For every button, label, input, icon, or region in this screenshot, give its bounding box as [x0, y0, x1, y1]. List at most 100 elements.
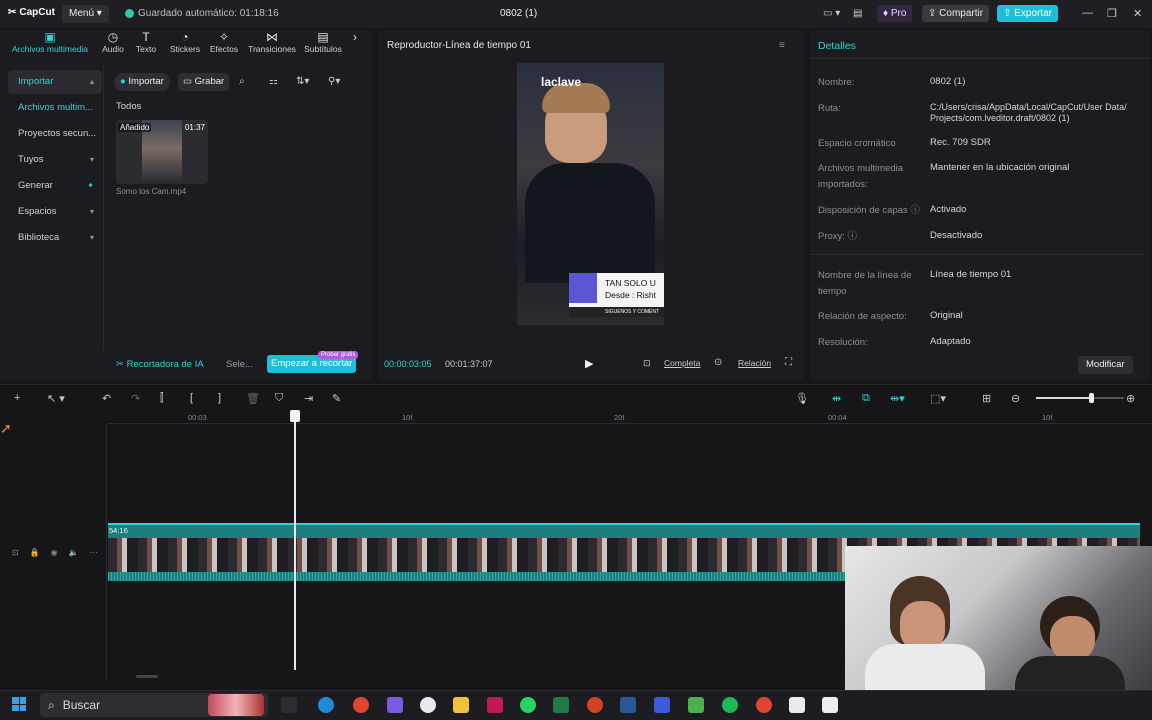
pro-button[interactable]: ♦ Pro	[877, 5, 913, 22]
filter-all-label[interactable]: Todos	[116, 101, 141, 112]
sidebar-item-subprojects[interactable]: Proyectos secun...	[8, 122, 102, 146]
redo-icon[interactable]: ↷	[131, 392, 140, 405]
app-blue-icon[interactable]	[654, 697, 670, 713]
chrome-profile-icon[interactable]	[756, 697, 772, 713]
try-free-badge: Probar gratis	[318, 351, 359, 359]
powerpoint-icon[interactable]	[587, 697, 603, 713]
import-button[interactable]: ● Importar	[114, 73, 170, 91]
timeline-ruler[interactable]	[108, 410, 1152, 424]
playhead-handle[interactable]	[290, 410, 300, 422]
minecraft-icon[interactable]	[688, 697, 704, 713]
word-icon[interactable]	[620, 697, 636, 713]
eye-icon[interactable]: ◉	[51, 548, 58, 557]
split-icon[interactable]: ⫿	[160, 392, 164, 405]
ruler-tick-label: 20f	[614, 413, 625, 422]
clip-duration-label: 54:16	[109, 526, 128, 535]
trim-left-icon[interactable]: [	[190, 392, 193, 404]
taskbar-search[interactable]: ⌕ Buscar	[40, 693, 268, 717]
share-icon: ⇪	[928, 8, 937, 19]
whatsapp-icon[interactable]	[520, 697, 536, 713]
maximize-icon[interactable]: ❐	[1107, 7, 1117, 20]
more-icon[interactable]: ⋯	[90, 548, 98, 557]
full-quality-button[interactable]: Completa	[664, 358, 700, 368]
tab-audio[interactable]: ◷ Audio	[100, 30, 126, 66]
add-track-icon[interactable]: +	[14, 392, 20, 404]
tab-stickers[interactable]: ◔ Stickers	[166, 30, 204, 66]
timeline-scrollbar[interactable]	[136, 675, 158, 678]
tab-effects[interactable]: ✧ Efectos	[204, 30, 244, 66]
microphone-icon[interactable]: 🎙	[795, 392, 809, 405]
sidebar-item-import[interactable]: Importar ▴	[8, 70, 102, 94]
filter-icon[interactable]: ⚲▾	[328, 76, 340, 87]
sidebar-item-library[interactable]: Biblioteca ▾	[8, 226, 102, 250]
undo-icon[interactable]: ↶	[102, 392, 111, 405]
menu-button[interactable]: Menú ▾	[62, 5, 109, 23]
magic-edit-icon[interactable]: ✎	[332, 392, 341, 405]
tab-media-label: Archivos multimedia	[11, 44, 89, 54]
file-explorer-icon[interactable]	[453, 697, 469, 713]
playhead[interactable]	[294, 412, 296, 670]
fullscreen-icon[interactable]: ⛶	[785, 357, 792, 368]
sidebar-item-media[interactable]: Archivos multim...	[8, 96, 102, 120]
subtitles-icon: ▤	[317, 30, 329, 44]
view-toggle-icon[interactable]: ⚏	[269, 76, 278, 87]
minimize-icon[interactable]: —	[1082, 7, 1093, 19]
media-clip-thumbnail[interactable]: Añadido 01:37	[116, 120, 208, 184]
detail-value: Activado	[930, 204, 967, 215]
chrome-icon[interactable]	[353, 697, 369, 713]
zoom-in-icon[interactable]: ⊕	[1126, 392, 1135, 405]
edge-icon[interactable]	[318, 697, 334, 713]
video-preview[interactable]: laclave TAN SOLO U Desde : Risht SIGUENO…	[517, 63, 664, 325]
play-icon[interactable]: ▶	[585, 357, 593, 370]
snap-icon[interactable]: ⇹▾	[890, 392, 905, 405]
player-menu-icon[interactable]: ≡	[779, 40, 785, 51]
tab-transitions[interactable]: ⋈ Transiciones	[244, 30, 300, 66]
aspect-ratio-button[interactable]: Relación	[738, 358, 771, 368]
fit-timeline-icon[interactable]: ⊞	[982, 392, 991, 405]
share-button[interactable]: ⇪ Compartir	[922, 5, 990, 22]
export-button[interactable]: ⇧ Exportar	[997, 5, 1058, 22]
link-icon[interactable]: ⇹	[832, 392, 841, 405]
trim-right-icon[interactable]: ]	[218, 392, 221, 404]
crop-icon[interactable]: ⊡	[643, 358, 651, 369]
lock-icon[interactable]: 🔒	[30, 548, 40, 557]
sidebar-item-yours[interactable]: Tuyos ▾	[8, 148, 102, 172]
tab-media[interactable]: ▣ Archivos multimedia	[0, 30, 100, 66]
added-badge: Añadido	[118, 123, 152, 132]
tab-subtitles[interactable]: ▤ Subtítulos	[300, 30, 346, 66]
capcut-taskbar-icon[interactable]	[420, 697, 436, 713]
excel-icon[interactable]	[553, 697, 569, 713]
record-button[interactable]: ▭ Grabar	[178, 73, 230, 91]
sidebar-item-spaces[interactable]: Espacios ▾	[8, 200, 102, 224]
search-icon[interactable]: ⌕	[239, 76, 245, 87]
track-thumbnail-icon[interactable]: ⊡	[12, 548, 19, 557]
shortcuts-icon[interactable]: ▤	[853, 8, 862, 19]
copilot-icon[interactable]	[387, 697, 403, 713]
zoom-slider-handle[interactable]	[1089, 393, 1094, 403]
sidebar-item-generate[interactable]: Generar ✦	[8, 174, 102, 198]
tab-text[interactable]: T Texto	[126, 30, 166, 66]
freeze-icon[interactable]: ⇥	[304, 392, 313, 405]
marker-icon[interactable]: ⛉	[275, 392, 283, 405]
volume-icon[interactable]: 🔈	[69, 548, 79, 557]
zoom-slider-fill	[1036, 397, 1092, 399]
layout-icon[interactable]: ▭ ▾	[823, 8, 840, 19]
store-icon[interactable]	[789, 697, 805, 713]
tabs-more-button[interactable]: ›	[346, 30, 364, 66]
delete-icon[interactable]: 🗑	[246, 392, 260, 405]
app-icon[interactable]	[487, 697, 503, 713]
spotify-icon[interactable]	[722, 697, 738, 713]
detail-label: Archivos multimedia importados:	[818, 163, 903, 190]
close-icon[interactable]: ✕	[1133, 7, 1142, 20]
select-tool-icon[interactable]: ↖ ▾	[47, 392, 65, 405]
windows-start-icon[interactable]	[12, 697, 26, 711]
task-view-icon[interactable]	[281, 697, 297, 713]
zoom-out-icon[interactable]: ⊖	[1011, 392, 1020, 405]
magnet-icon[interactable]: ⧉	[862, 392, 870, 405]
snapshot-icon[interactable]: ⊙	[714, 357, 722, 368]
preview-axis-icon[interactable]: ⬚▾	[930, 392, 946, 405]
sort-icon[interactable]: ⇅▾	[296, 76, 309, 87]
modify-button[interactable]: Modificar	[1078, 356, 1133, 374]
ai-select-dropdown[interactable]: Sele...	[226, 359, 253, 370]
capcut-active-icon[interactable]	[822, 697, 838, 713]
